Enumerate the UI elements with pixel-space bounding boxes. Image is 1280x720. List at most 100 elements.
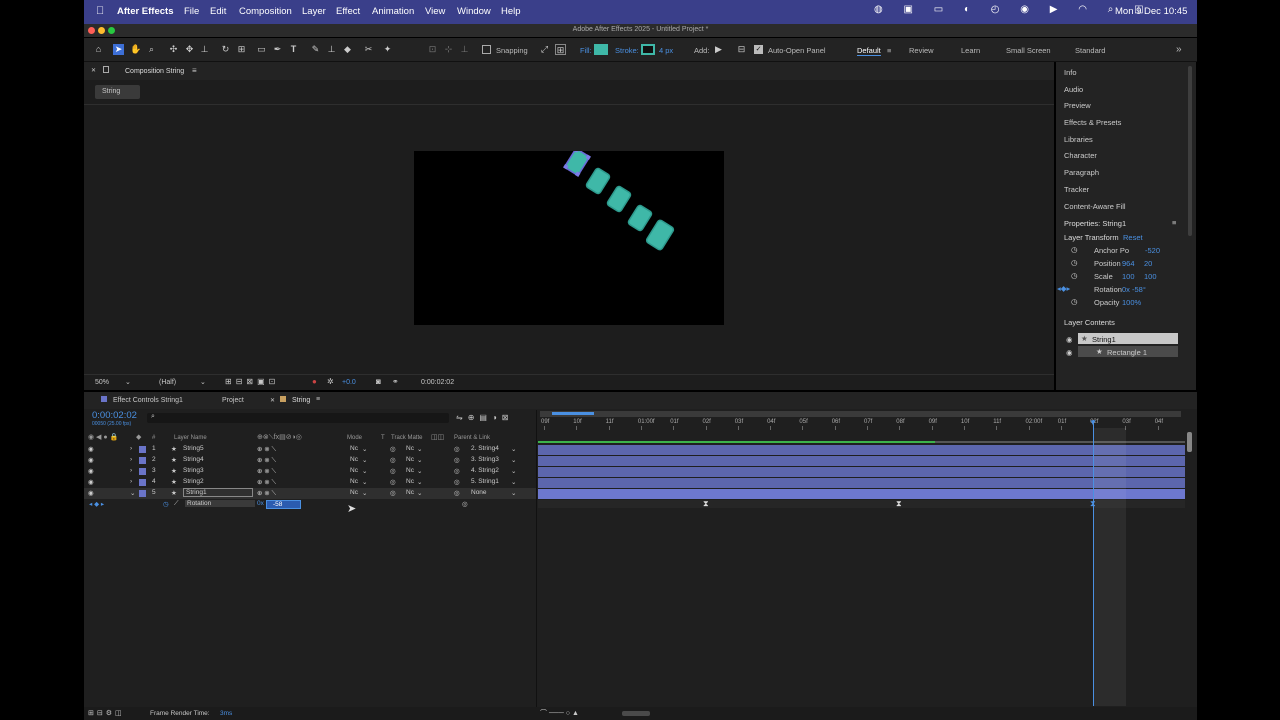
anchor-stopwatch-icon[interactable]: ◷ [1071,245,1078,254]
world-axis-icon[interactable]: ⊹ [443,44,454,55]
auto-open-checkbox[interactable]: ✓ [754,45,763,54]
fill-swatch[interactable] [594,44,608,55]
parent-chevron-icon[interactable]: ⌄ [511,467,516,475]
eye-icon[interactable]: ◉ [88,478,94,486]
graph-icon[interactable]: ⟋ [174,500,179,508]
eraser-tool-icon[interactable]: ◆ [342,44,353,55]
tab-effect-controls[interactable]: Effect Controls String1 [113,397,183,404]
playhead-icon[interactable]: ▼ [1089,418,1097,427]
layer-switches-icon[interactable]: ⊕ ⊗ ⟍ [257,489,276,498]
app-menu[interactable]: After Effects [117,6,174,17]
layer-name[interactable]: String3 [183,467,204,474]
expand-chevron-icon[interactable]: › [130,456,132,463]
timeline-scrollbar[interactable] [1187,432,1192,452]
parent-chevron-icon[interactable]: ⌄ [511,456,516,464]
workspace-default[interactable]: Default [857,46,881,56]
comp-canvas[interactable] [414,151,724,325]
layer-name[interactable]: String2 [183,478,204,485]
rotation-keyframe-nav-icon[interactable]: ◂◆▸ [1057,284,1070,293]
close-string-tab-icon[interactable]: ✕ [270,397,275,404]
parent-select[interactable]: 4. String2 [471,467,499,474]
position-stopwatch-icon[interactable]: ◷ [1071,258,1078,267]
keyframe-nav-icon[interactable]: ◂ ◆ ▸ [89,500,104,508]
panel-content-aware-fill[interactable]: Content-Aware Fill [1064,202,1126,211]
string2-shape[interactable] [585,167,611,195]
menu-view[interactable]: View [425,6,445,17]
col-parent[interactable]: Parent & Link [454,435,490,441]
rotation-value[interactable]: 0x -58° [1122,285,1146,294]
snap-grid-icon[interactable]: ⊞ [555,44,566,55]
pickwhip-icon[interactable]: ◎ [454,489,460,497]
anchor-value[interactable]: -520 [1145,246,1160,255]
col-layer-name[interactable]: Layer Name [174,435,207,441]
layer-row[interactable]: ◉ › 4 ★ String2 ⊕ ⊗ ⟍ Nc ⌄ ◎ Nc ⌄ ◎ 5. S… [84,477,537,488]
mode-select[interactable]: Nc [350,489,358,496]
rotation-input[interactable]: -58 [266,500,301,509]
string-shapes[interactable] [414,151,724,325]
apple-icon[interactable]:  [96,5,104,17]
stroke-width-value[interactable]: 4 px [659,46,673,55]
matte-select[interactable]: Nc [406,445,414,452]
pickwhip-icon[interactable]: ◎ [454,445,460,453]
matte-chevron-icon[interactable]: ⌄ [417,467,422,475]
layer-color-label[interactable] [139,490,146,497]
matte-icon[interactable]: ◎ [390,467,396,475]
home-icon[interactable]: ⌂ [93,44,104,55]
mode-select[interactable]: Nc [350,445,358,452]
view-axis-icon[interactable]: ⊥ [459,44,470,55]
panel-character[interactable]: Character [1064,151,1097,160]
parent-chevron-icon[interactable]: ⌄ [511,489,516,497]
panel-audio[interactable]: Audio [1064,85,1083,94]
parent-select[interactable]: 3. String3 [471,456,499,463]
shape-option-icon[interactable]: ⊟ [736,44,747,55]
matte-icon[interactable]: ◎ [390,489,396,497]
layer-name[interactable]: String4 [183,456,204,463]
matte-chevron-icon[interactable]: ⌄ [417,478,422,486]
position-y-value[interactable]: 20 [1144,259,1152,268]
pan-tool-icon[interactable]: ✥ [184,44,195,55]
mode-chevron-icon[interactable]: ⌄ [362,489,367,497]
layer-bar[interactable] [538,456,1185,466]
matte-chevron-icon[interactable]: ⌄ [417,445,422,453]
properties-menu-icon[interactable]: ≡ [1172,218,1176,227]
matte-select[interactable]: Nc [406,489,414,496]
clock[interactable]: Mon 9 Dec 10:45 [1115,6,1187,17]
layer-row[interactable]: ◉ › 3 ★ String3 ⊕ ⊗ ⟍ Nc ⌄ ◎ Nc ⌄ ◎ 4. S… [84,466,537,477]
expand-chevron-icon[interactable]: › [130,445,132,452]
layer-color-label[interactable] [139,446,146,453]
panel-preview[interactable]: Preview [1064,101,1091,110]
tab-project[interactable]: Project [222,397,244,404]
matte-chevron-icon[interactable]: ⌄ [417,456,422,464]
timeline-switch-icons[interactable]: ⇋⊕▤◑⊠ [456,413,514,422]
string3-shape[interactable] [606,185,632,213]
pen-tool-icon[interactable]: ✒ [272,44,283,55]
contents-eye-icon[interactable]: ◉ [1066,335,1073,344]
type-tool-icon[interactable]: T [288,44,299,55]
menu-edit[interactable]: Edit [210,6,226,17]
opacity-value[interactable]: 100% [1122,298,1141,307]
matte-icon[interactable]: ◎ [390,456,396,464]
timeline-search-input[interactable]: ⌕ [147,413,449,423]
workspace-small-screen[interactable]: Small Screen [1006,46,1051,55]
layer-bar-selected[interactable] [538,489,1185,499]
eye-icon[interactable]: ◉ [88,467,94,475]
menu-layer[interactable]: Layer [302,6,326,17]
layer-row[interactable]: ◉ › 2 ★ String4 ⊕ ⊗ ⟍ Nc ⌄ ◎ Nc ⌄ ◎ 3. S… [84,455,537,466]
snapshot-icon[interactable]: ◙ [376,377,381,386]
comp-tab[interactable]: Composition String [125,68,184,75]
mode-chevron-icon[interactable]: ⌄ [362,456,367,464]
roto-brush-icon[interactable]: ✂ [363,44,374,55]
tab-string-menu-icon[interactable]: ≡ [316,396,320,403]
parent-select[interactable]: 2. String4 [471,445,499,452]
scale-y-value[interactable]: 100 [1144,272,1157,281]
layer-name[interactable]: String1 [183,488,253,497]
tab-string[interactable]: String [292,397,310,404]
rotation-property-row[interactable]: ◂ ◆ ▸ ◷ ⟋ Rotation 0x -58 ◎ [84,499,537,510]
panel-effects-presets[interactable]: Effects & Presets [1064,118,1121,127]
panel-tracker[interactable]: Tracker [1064,185,1089,194]
mode-select[interactable]: Nc [350,456,358,463]
string4-shape[interactable] [627,204,653,232]
panel-libraries[interactable]: Libraries [1064,135,1093,144]
exposure-value[interactable]: +0.0 [342,379,356,386]
dolly-tool-icon[interactable]: ⊥ [199,44,210,55]
